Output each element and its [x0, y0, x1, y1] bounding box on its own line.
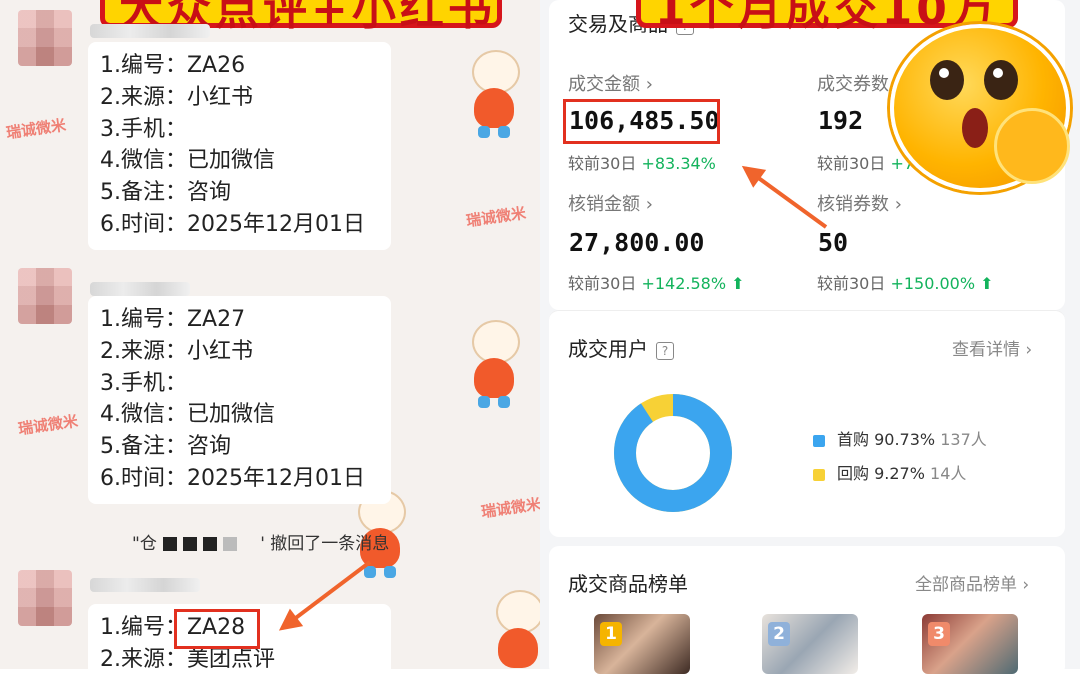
metric-compare: 较前30日 +83.34%	[568, 154, 716, 173]
sender-name-blurred	[90, 578, 200, 592]
message-line: 3.手机：	[100, 116, 187, 142]
users-card: 成交用户? 查看详情 ›	[549, 310, 1065, 537]
view-details-link[interactable]: 查看详情 ›	[952, 335, 1032, 360]
message-line: 4.微信：已加微信	[100, 402, 275, 428]
products-title: 成交商品榜单	[568, 572, 688, 596]
emoji-eye	[984, 60, 1018, 100]
metric-value: 27,800.00	[569, 228, 705, 257]
product-thumbnail[interactable]: 3	[922, 614, 1018, 674]
message-bubble[interactable]: 1.编号：ZA27 2.来源：小红书 3.手机： 4.微信：已加微信 5.备注：…	[88, 296, 391, 504]
legend-first-purchase: 首购 90.73% 137人	[813, 426, 987, 450]
message-line: 5.备注：咨询	[100, 434, 231, 460]
message-line: 1.编号：ZA27	[100, 307, 246, 332]
message-line: 2.来源：小红书	[100, 338, 253, 364]
censor-block	[182, 537, 197, 551]
message-line: 2.来源：小红书	[100, 84, 253, 110]
sender-avatar[interactable]	[18, 570, 72, 626]
sender-avatar[interactable]	[18, 268, 72, 324]
mascot-sticker	[490, 590, 540, 669]
message-line: 1.编号：ZA26	[100, 53, 246, 78]
mascot-sticker	[466, 50, 522, 140]
up-arrow-icon: ⬆	[731, 274, 745, 293]
censor-block	[162, 537, 177, 551]
emoji-eye	[930, 60, 964, 100]
metric-label[interactable]: 核销金额 ›	[568, 190, 653, 216]
message-line: 3.手机：	[100, 370, 187, 396]
surprised-emoji-sticker	[890, 24, 1070, 192]
censor-block	[202, 537, 217, 551]
right-banner: 1个月成交10万	[636, 0, 1018, 35]
metric-compare: 较前30日 +150.00% ⬆	[817, 274, 994, 293]
legend-repeat-purchase: 回购 9.27% 14人	[813, 460, 966, 484]
rank-badge: 3	[928, 622, 950, 646]
product-thumbnail[interactable]: 1	[594, 614, 690, 674]
rank-badge: 2	[768, 622, 790, 646]
up-arrow-icon: ⬆	[980, 274, 994, 293]
all-products-link[interactable]: 全部商品榜单 ›	[915, 570, 1029, 595]
message-line: 5.备注：咨询	[100, 180, 231, 206]
recall-notice: "仓 ' 撤回了一条消息	[132, 529, 389, 554]
emoji-mouth	[962, 108, 988, 148]
metric-label[interactable]: 成交金额 ›	[568, 70, 653, 96]
recall-suffix: ' 撤回了一条消息	[260, 534, 390, 554]
users-title: 成交用户?	[568, 333, 674, 362]
product-thumbnail[interactable]: 2	[762, 614, 858, 674]
metric-compare: 较前30日 +7	[817, 154, 915, 173]
metric-label[interactable]: 核销券数 ›	[817, 190, 902, 216]
users-donut-chart	[614, 394, 732, 512]
censor-block	[222, 537, 237, 551]
amount-highlight-box	[563, 99, 720, 144]
sender-name-blurred	[90, 282, 190, 296]
donut-segment-first	[614, 394, 732, 512]
metric-label[interactable]: 成交券数 ›	[817, 70, 902, 96]
mascot-sticker	[466, 320, 522, 410]
watermark: 瑞诚微米	[17, 411, 80, 439]
sender-avatar[interactable]	[18, 10, 72, 66]
message-line: 6.时间：2025年12月01日	[100, 211, 365, 237]
watermark: 瑞诚微米	[465, 203, 528, 231]
metric-value: 192	[818, 106, 864, 135]
recall-prefix: "仓	[132, 534, 157, 554]
help-icon[interactable]: ?	[656, 341, 674, 360]
chat-panel: 大众点评+小红书 瑞诚微米 瑞诚微米 瑞诚微米 瑞诚微米 1.编号：ZA26 2…	[0, 0, 540, 669]
sender-name-blurred	[90, 24, 210, 38]
message-line: 4.微信：已加微信	[100, 148, 275, 174]
emoji-hand	[994, 108, 1070, 184]
rank-badge: 1	[600, 622, 622, 646]
message-line: 6.时间：2025年12月01日	[100, 465, 365, 491]
metric-compare: 较前30日 +142.58% ⬆	[568, 274, 745, 293]
metric-value: 50	[818, 228, 849, 257]
watermark: 瑞诚微米	[5, 115, 68, 143]
watermark: 瑞诚微米	[480, 494, 540, 522]
message-bubble[interactable]: 1.编号：ZA26 2.来源：小红书 3.手机： 4.微信：已加微信 5.备注：…	[88, 42, 391, 250]
za28-highlight-box	[174, 609, 260, 649]
